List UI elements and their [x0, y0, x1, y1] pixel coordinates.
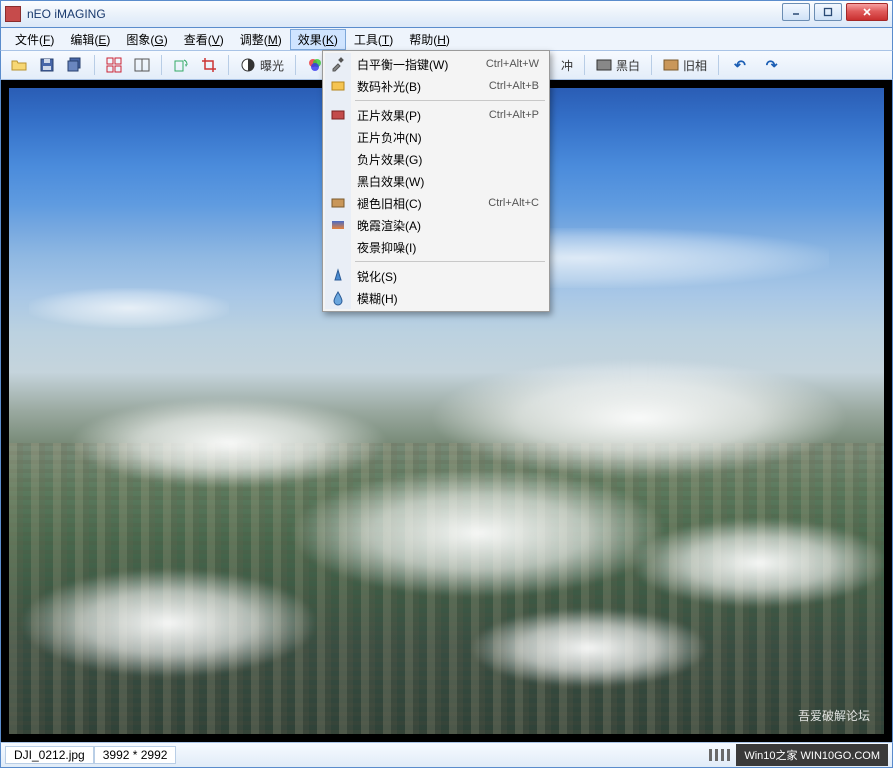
toolbar-separator: [584, 55, 585, 75]
title-bar: nEO iMAGING: [0, 0, 893, 28]
open-button[interactable]: [7, 55, 31, 75]
dd-label: 数码补光(B): [357, 78, 489, 95]
eyedropper-icon: [330, 56, 346, 72]
menu-view[interactable]: 查看(V): [176, 29, 232, 50]
dd-shortcut: Ctrl+Alt+P: [489, 109, 539, 121]
dd-label: 晚霞渲染(A): [357, 217, 539, 234]
dd-label: 锐化(S): [357, 268, 539, 285]
dd-label: 白平衡一指键(W): [357, 56, 486, 73]
dd-label: 褪色旧相(C): [357, 195, 488, 212]
blur-icon: [330, 290, 346, 306]
minimize-button[interactable]: [782, 3, 810, 21]
dd-label: 夜景抑噪(I): [357, 239, 539, 256]
dd-night-denoise[interactable]: 夜景抑噪(I): [325, 236, 547, 258]
floppy-multi-icon: [67, 57, 83, 73]
tray-text: Win10之家 WIN10GO.COM: [736, 744, 888, 766]
toolbar-separator: [161, 55, 162, 75]
redo-button[interactable]: ↷: [758, 55, 786, 76]
contrast-icon: [240, 57, 256, 73]
compare-button[interactable]: [130, 55, 154, 75]
dd-sepia[interactable]: 褪色旧相(C) Ctrl+Alt+C: [325, 192, 547, 214]
buffer-label: 冲: [561, 57, 573, 74]
dd-white-balance[interactable]: 白平衡一指键(W) Ctrl+Alt+W: [325, 53, 547, 75]
old-button[interactable]: 旧相: [659, 55, 711, 76]
menu-image[interactable]: 图象(G): [118, 29, 175, 50]
buffer-button[interactable]: 冲: [557, 55, 577, 76]
dd-label: 负片效果(G): [357, 151, 539, 168]
sunset-icon: [330, 217, 346, 233]
menu-tools[interactable]: 工具(T): [346, 29, 401, 50]
menu-help[interactable]: 帮助(H): [401, 29, 458, 50]
effect-dropdown: 白平衡一指键(W) Ctrl+Alt+W 数码补光(B) Ctrl+Alt+B …: [322, 50, 550, 312]
save-as-button[interactable]: [63, 55, 87, 75]
dd-positive-film[interactable]: 正片效果(P) Ctrl+Alt+P: [325, 104, 547, 126]
window-controls: [782, 3, 888, 21]
toolbar-separator: [718, 55, 719, 75]
exposure-button[interactable]: 曝光: [236, 55, 288, 76]
save-button[interactable]: [35, 55, 59, 75]
dd-bw-effect[interactable]: 黑白效果(W): [325, 170, 547, 192]
sepia-icon: [663, 57, 679, 73]
grid-icon: [106, 57, 122, 73]
bw-button[interactable]: 黑白: [592, 55, 644, 76]
fill-light-icon: [330, 78, 346, 94]
browse-button[interactable]: [102, 55, 126, 75]
exposure-label: 曝光: [260, 57, 284, 74]
menu-bar: 文件(F) 编辑(E) 图象(G) 查看(V) 调整(M) 效果(K) 工具(T…: [0, 28, 893, 50]
toolbar-separator: [94, 55, 95, 75]
folder-open-icon: [11, 57, 27, 73]
dd-label: 正片负冲(N): [357, 129, 539, 146]
sepia-swatch-icon: [330, 195, 346, 211]
toolbar-separator: [295, 55, 296, 75]
sharpen-icon: [330, 268, 346, 284]
dd-blur[interactable]: 模糊(H): [325, 287, 547, 309]
menu-edit[interactable]: 编辑(E): [62, 29, 118, 50]
status-bar: DJI_0212.jpg 3992 * 2992 Win10之家 WIN10GO…: [0, 742, 893, 768]
status-filename: DJI_0212.jpg: [5, 746, 94, 764]
split-icon: [134, 57, 150, 73]
rgb-icon: [307, 57, 323, 73]
maximize-button[interactable]: [814, 3, 842, 21]
floppy-icon: [39, 57, 55, 73]
rotate-icon: [173, 57, 189, 73]
toolbar-separator: [228, 55, 229, 75]
dd-shortcut: Ctrl+Alt+C: [488, 197, 539, 209]
rotate-button[interactable]: [169, 55, 193, 75]
status-tray: Win10之家 WIN10GO.COM: [709, 744, 888, 766]
old-label: 旧相: [683, 57, 707, 74]
dd-label: 模糊(H): [357, 290, 539, 307]
dd-cross-process[interactable]: 正片负冲(N): [325, 126, 547, 148]
dd-shortcut: Ctrl+Alt+W: [486, 58, 539, 70]
dd-label: 正片效果(P): [357, 107, 489, 124]
dd-sunset[interactable]: 晚霞渲染(A): [325, 214, 547, 236]
undo-icon: ↶: [730, 57, 750, 74]
crop-icon: [201, 57, 217, 73]
app-icon: [5, 6, 21, 22]
toolbar-separator: [651, 55, 652, 75]
dd-separator: [355, 100, 545, 101]
status-dimensions: 3992 * 2992: [94, 746, 177, 764]
watermark-text: 吾爱破解论坛: [798, 707, 870, 724]
menu-adjust[interactable]: 调整(M): [232, 29, 290, 50]
crop-button[interactable]: [197, 55, 221, 75]
close-button[interactable]: [846, 3, 888, 21]
menu-effect[interactable]: 效果(K): [290, 29, 346, 50]
menu-file[interactable]: 文件(F): [7, 29, 62, 50]
bw-icon: [596, 57, 612, 73]
dd-label: 黑白效果(W): [357, 173, 539, 190]
tray-grip-icon: [709, 749, 730, 761]
dd-fill-light[interactable]: 数码补光(B) Ctrl+Alt+B: [325, 75, 547, 97]
dd-shortcut: Ctrl+Alt+B: [489, 80, 539, 92]
undo-button[interactable]: ↶: [726, 55, 754, 76]
window-title: nEO iMAGING: [27, 7, 106, 21]
dd-sharpen[interactable]: 锐化(S): [325, 265, 547, 287]
dd-separator: [355, 261, 545, 262]
dd-negative-film[interactable]: 负片效果(G): [325, 148, 547, 170]
redo-icon: ↷: [762, 57, 782, 74]
film-icon: [330, 107, 346, 123]
bw-label: 黑白: [616, 57, 640, 74]
